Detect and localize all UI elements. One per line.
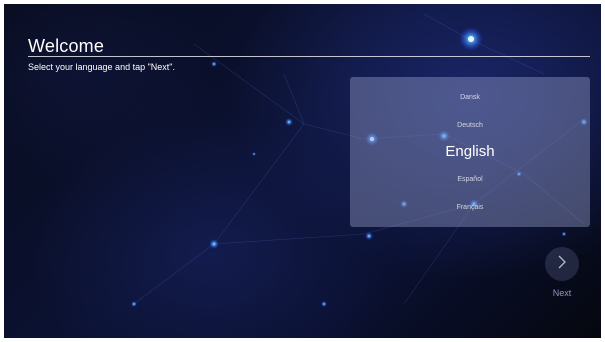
language-option-francais[interactable]: Français <box>350 204 590 211</box>
page-title: Welcome <box>28 36 105 56</box>
setup-screen: Welcome Select your language and tap "Ne… <box>4 4 601 338</box>
language-list[interactable]: Dansk Deutsch English Español Français <box>350 77 590 227</box>
language-option-dansk[interactable]: Dansk <box>350 94 590 101</box>
language-option-english[interactable]: English <box>350 143 590 160</box>
next-button[interactable]: Next <box>542 247 582 298</box>
chevron-right-icon <box>556 255 568 274</box>
language-option-espanol[interactable]: Español <box>350 176 590 183</box>
language-option-deutsch[interactable]: Deutsch <box>350 122 590 129</box>
next-label: Next <box>552 288 572 298</box>
title-divider <box>28 56 590 57</box>
page-subtitle: Select your language and tap "Next". <box>28 62 175 72</box>
next-circle[interactable] <box>545 247 579 281</box>
